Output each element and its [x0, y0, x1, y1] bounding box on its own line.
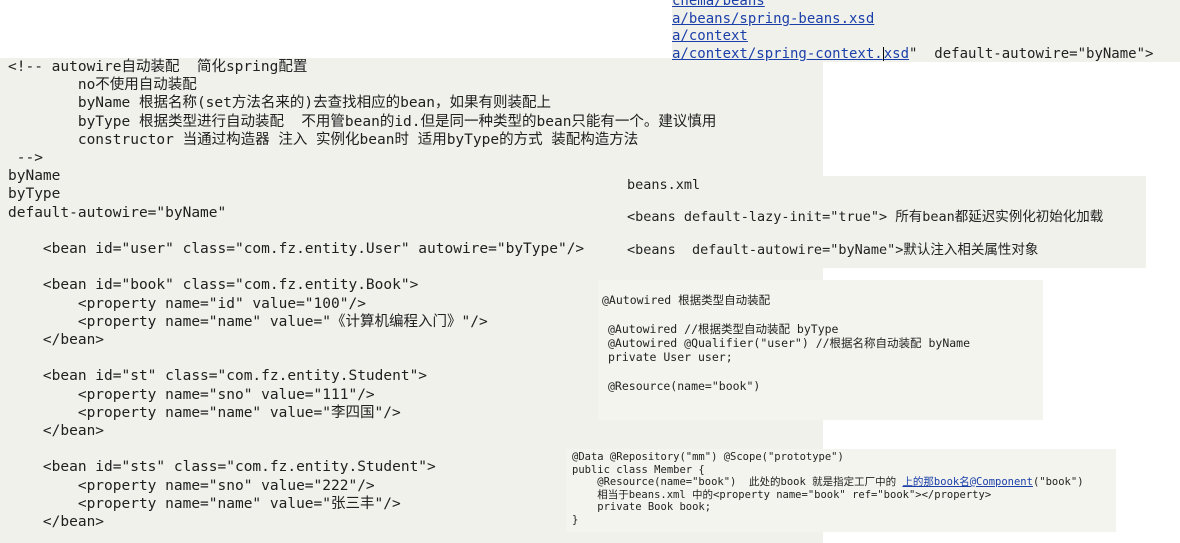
spring-context-xsd-link[interactable]: a/context/spring-context.xsd	[672, 46, 909, 62]
member-line-6: }	[572, 514, 579, 526]
beans-note-default-autowire: <beans default-autowire="byName">默认注入相关属…	[627, 242, 1039, 258]
code-line: <property name="sno" value="222"/>	[8, 477, 375, 494]
default-autowire-attr: " default-autowire="byName">	[909, 46, 1154, 62]
member-line-3: @Resource(name="book") 此处的book 就是指定工厂中的 …	[572, 476, 1084, 489]
xml-header-panel: chema/beans a/beans/spring-beans.xsd a/c…	[672, 0, 1180, 62]
code-line: <property name="name" value="李四国"/>	[8, 404, 401, 421]
code-line: </bean>	[8, 332, 105, 348]
member-resource-code: @Resource(name="book") 此处的book 就是指定工厂中的	[572, 476, 903, 488]
member-line-1: @Data @Repository("mm") @Scope("prototyp…	[572, 451, 844, 463]
member-line-4: 相当于beans.xml 中的<property name="book" ref…	[572, 489, 992, 501]
spring-beans-xsd-link[interactable]: a/beans/spring-beans.xsd	[672, 11, 874, 27]
beans-xml-note-panel: beans.xml <beans default-lazy-init="true…	[621, 176, 1146, 268]
code-line: default-autowire="byName"	[8, 204, 227, 221]
member-resource-tail: ("book")	[1032, 476, 1084, 488]
member-line-2: public class Member {	[572, 464, 705, 476]
xml-header-line-4[interactable]: a/context/spring-context.xsd" default-au…	[672, 46, 1153, 62]
code-line: byType 根据类型进行自动装配 不用管bean的id.但是同一种类型的bea…	[8, 113, 717, 130]
code-line: constructor 当通过构造器 注入 实例化bean时 适用byType的…	[8, 131, 639, 148]
code-line: <property name="id" value="100"/>	[8, 295, 366, 312]
context-schema-link[interactable]: a/context	[672, 28, 748, 44]
component-link[interactable]: 上的那book名@Component	[902, 476, 1033, 488]
code-line: no不使用自动装配	[8, 77, 197, 94]
beans-note-title: beans.xml	[627, 177, 701, 193]
xml-header-line-2[interactable]: a/beans/spring-beans.xsd	[672, 11, 874, 28]
code-line: byType	[8, 186, 61, 203]
autowired-line-1: @Autowired //根据类型自动装配 byType	[608, 322, 839, 336]
link-part-b[interactable]: xsd	[884, 46, 909, 62]
code-line: <property name="name" value="张三丰"/>	[8, 495, 401, 512]
code-line: <bean id="sts" class="com.fz.entity.Stud…	[8, 459, 436, 476]
autowired-line-3: private User user;	[608, 350, 733, 364]
autowired-line-2: @Autowired @Qualifier("user") //根据名称自动装配…	[608, 336, 971, 350]
autowired-title: @Autowired 根据类型自动装配	[602, 293, 771, 307]
code-line: -->	[8, 150, 43, 166]
code-line: <bean id="book" class="com.fz.entity.Boo…	[8, 277, 419, 294]
code-line: </bean>	[8, 514, 105, 530]
code-line: <bean id="user" class="com.fz.entity.Use…	[8, 241, 585, 257]
autowired-line-4: @Resource(name="book")	[608, 379, 761, 393]
code-line: <!-- autowire自动装配 简化spring配置	[8, 59, 308, 75]
autowired-panel: @Autowired 根据类型自动装配 @Autowired //根据类型自动装…	[598, 280, 1043, 420]
code-line: <bean id="st" class="com.fz.entity.Stude…	[8, 368, 428, 385]
beans-note-lazy-init: <beans default-lazy-init="true"> 所有bean都…	[627, 209, 1104, 225]
link-part-a[interactable]: a/context/spring-context.	[672, 46, 883, 62]
code-line: <property name="name" value="《计算机编程入门》"/…	[8, 313, 488, 330]
xml-header-line-1[interactable]: chema/beans	[672, 0, 765, 10]
code-line: byName 根据名称(set方法名来的)去查找相应的bean，如果有则装配上	[8, 95, 552, 112]
code-line: byName	[8, 168, 61, 185]
beans-schema-link[interactable]: chema/beans	[672, 0, 765, 9]
code-line: <property name="sno" value="111"/>	[8, 386, 375, 403]
code-line: </bean>	[8, 423, 105, 439]
xml-header-line-3[interactable]: a/context	[672, 28, 748, 45]
member-line-5: private Book book;	[572, 501, 712, 513]
member-class-panel: @Data @Repository("mm") @Scope("prototyp…	[566, 449, 1116, 532]
